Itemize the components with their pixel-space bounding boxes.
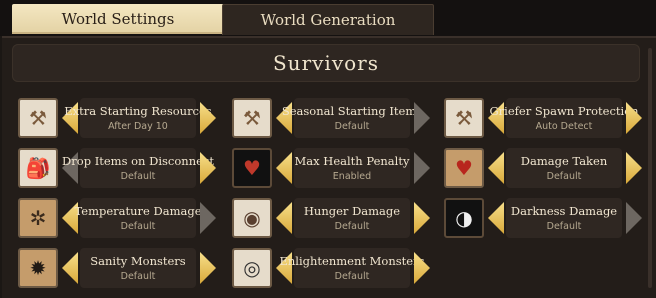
setting-seasonal-starting-items: ⚒ Seasonal Starting Items Default — [232, 96, 430, 138]
setting-name: Sanity Monsters — [90, 254, 186, 268]
setting-name: Enlightenment Monsters — [279, 254, 425, 268]
setting-value: Default — [120, 221, 156, 232]
setting-value: Default — [334, 121, 370, 132]
chest-icon: ⚒ — [232, 98, 272, 138]
setting-value: Enabled — [332, 171, 372, 182]
setting-value: After Day 10 — [108, 121, 168, 132]
shadow-monster-icon: ✹ — [18, 248, 58, 288]
previous-option-button[interactable] — [276, 152, 292, 184]
stomach-icon: ◉ — [232, 198, 272, 238]
chest-icon: ⚒ — [444, 98, 484, 138]
shield-heart-icon: ♥ — [444, 148, 484, 188]
setting-name: Hunger Damage — [303, 204, 401, 218]
setting-name: Griefer Spawn Protection — [489, 104, 639, 118]
setting-value: Auto Detect — [535, 121, 593, 132]
next-option-button[interactable] — [414, 152, 430, 184]
setting-darkness-damage: ◑ Darkness Damage Default — [444, 196, 642, 238]
setting-hunger-damage: ◉ Hunger Damage Default — [232, 196, 430, 238]
setting-value: Default — [120, 271, 156, 282]
setting-name: Extra Starting Resources — [64, 104, 212, 118]
next-option-button[interactable] — [200, 252, 216, 284]
setting-damage-taken: ♥ Damage Taken Default — [444, 146, 642, 188]
previous-option-button[interactable] — [62, 252, 78, 284]
eye-icon: ◎ — [232, 248, 272, 288]
setting-max-health-penalty: ♥ Max Health Penalty Enabled — [232, 146, 430, 188]
option-spinner[interactable]: Temperature Damage Default — [75, 198, 202, 238]
setting-temperature-damage: ✲ Temperature Damage Default — [18, 196, 216, 238]
option-spinner[interactable]: Griefer Spawn Protection Auto Detect — [489, 98, 639, 138]
previous-option-button[interactable] — [488, 152, 504, 184]
setting-name: Max Health Penalty — [294, 154, 410, 168]
option-spinner[interactable]: Hunger Damage Default — [294, 198, 410, 238]
darkness-icon: ◑ — [444, 198, 484, 238]
scrollbar[interactable] — [648, 48, 652, 288]
setting-drop-items-on-disconnect: 🎒 Drop Items on Disconnect Default — [18, 146, 216, 188]
next-option-button[interactable] — [200, 202, 216, 234]
setting-value: Default — [546, 171, 582, 182]
setting-name: Damage Taken — [520, 154, 608, 168]
setting-name: Seasonal Starting Items — [281, 104, 423, 118]
setting-value: Default — [120, 171, 156, 182]
section-header: Survivors — [12, 44, 640, 82]
previous-option-button[interactable] — [276, 202, 292, 234]
next-option-button[interactable] — [626, 202, 642, 234]
setting-name: Temperature Damage — [74, 204, 202, 218]
setting-name: Drop Items on Disconnect — [62, 154, 214, 168]
option-spinner[interactable]: Extra Starting Resources After Day 10 — [64, 98, 212, 138]
chest-icon: ⚒ — [18, 98, 58, 138]
backpack-icon: 🎒 — [18, 148, 58, 188]
setting-value: Default — [334, 221, 370, 232]
tab-world-settings[interactable]: World Settings — [12, 4, 224, 34]
health-icon: ♥ — [232, 148, 272, 188]
previous-option-button[interactable] — [488, 202, 504, 234]
tab-world-generation[interactable]: World Generation — [222, 4, 434, 35]
setting-name: Darkness Damage — [510, 204, 618, 218]
setting-sanity-monsters: ✹ Sanity Monsters Default — [18, 246, 216, 288]
setting-extra-starting-resources: ⚒ Extra Starting Resources After Day 10 — [18, 96, 216, 138]
setting-value: Default — [334, 271, 370, 282]
setting-enlightenment-monsters: ◎ Enlightenment Monsters Default — [232, 246, 430, 288]
setting-value: Default — [546, 221, 582, 232]
option-spinner[interactable]: Seasonal Starting Items Default — [282, 98, 422, 138]
thermometer-icon: ✲ — [18, 198, 58, 238]
option-spinner[interactable]: Max Health Penalty Enabled — [294, 148, 410, 188]
next-option-button[interactable] — [626, 152, 642, 184]
next-option-button[interactable] — [414, 202, 430, 234]
option-spinner[interactable]: Darkness Damage Default — [506, 198, 622, 238]
option-spinner[interactable]: Sanity Monsters Default — [80, 248, 196, 288]
setting-griefer-spawn-protection: ⚒ Griefer Spawn Protection Auto Detect — [444, 96, 642, 138]
section-title: Survivors — [272, 51, 379, 75]
option-spinner[interactable]: Drop Items on Disconnect Default — [62, 148, 214, 188]
option-spinner[interactable]: Damage Taken Default — [506, 148, 622, 188]
option-spinner[interactable]: Enlightenment Monsters Default — [280, 248, 425, 288]
